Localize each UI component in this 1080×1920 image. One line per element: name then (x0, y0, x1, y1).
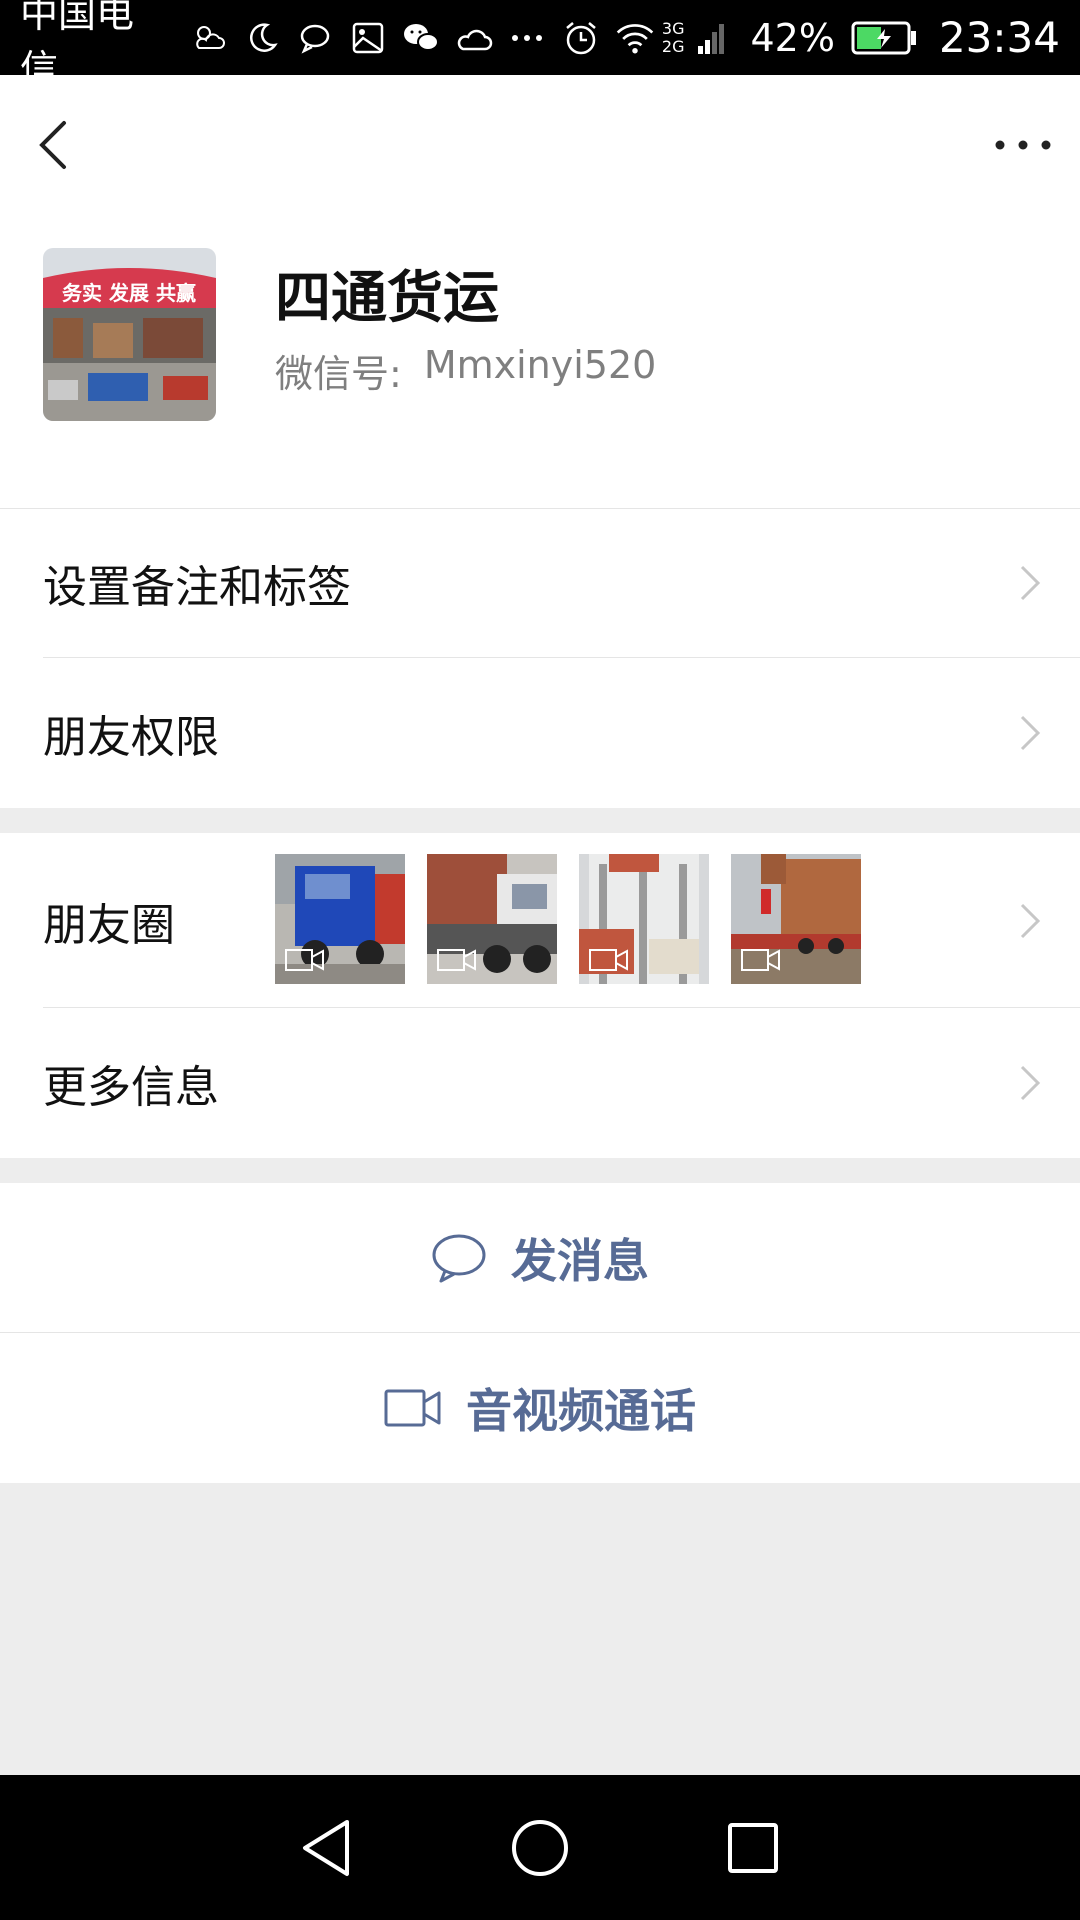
system-navigation-bar (0, 1775, 1080, 1920)
circle-home-icon (511, 1819, 568, 1876)
network-type-top: 3G (661, 18, 685, 38)
back-button[interactable] (28, 115, 78, 175)
profile-name: 四通货运 (275, 266, 499, 331)
moments-thumbnail[interactable] (579, 854, 709, 984)
screen: 中国电信 3G 2G 42% 23:34 务实 发展 共赢 四通货运 微信号: … (0, 0, 1080, 1920)
send-message-label: 发消息 (511, 1234, 649, 1288)
more-options-button[interactable] (988, 125, 1058, 165)
video-camera-icon (384, 1389, 441, 1427)
moments-section: 朋友圈 更多信息 (0, 833, 1080, 1158)
cloud-icon (455, 18, 494, 58)
chevron-right-icon (1020, 903, 1041, 938)
battery-percent: 42% (750, 15, 835, 60)
network-type-label: 3G 2G (661, 18, 685, 56)
friend-permissions-row[interactable]: 朋友权限 (0, 658, 1080, 808)
chat-bubble-icon (296, 18, 335, 58)
settings-section: 设置备注和标签 朋友权限 (0, 508, 1080, 808)
avatar-banner-text: 务实 发展 共赢 (62, 281, 196, 305)
image-icon (349, 18, 388, 58)
status-bar-right: 3G 2G 42% 23:34 (554, 13, 1060, 62)
back-arrow-icon (39, 121, 66, 169)
chevron-right-icon (1020, 1065, 1041, 1101)
triangle-back-icon (302, 1819, 349, 1876)
chevron-right-icon (1020, 715, 1041, 751)
weather-icon (189, 18, 228, 58)
more-info-row[interactable]: 更多信息 (0, 1008, 1080, 1158)
nav-recents-button[interactable] (718, 1813, 788, 1883)
actions-section: 发消息 音视频通话 (0, 1183, 1080, 1483)
moments-thumbnail[interactable] (731, 854, 861, 984)
send-message-button[interactable]: 发消息 (0, 1183, 1080, 1333)
signal-icon (691, 18, 731, 58)
moments-row[interactable]: 朋友圈 (0, 833, 1080, 1008)
nav-back-button[interactable] (292, 1813, 362, 1883)
video-icon (437, 949, 476, 971)
moments-thumbnail[interactable] (427, 854, 557, 984)
friend-permissions-label: 朋友权限 (43, 712, 219, 763)
profile-header: 务实 发展 共赢 四通货运 微信号: Mmxinyi520 (0, 75, 1080, 508)
more-info-label: 更多信息 (43, 1062, 219, 1113)
network-type-bottom: 2G (661, 36, 685, 56)
nav-home-button[interactable] (505, 1813, 575, 1883)
wifi-icon (615, 18, 655, 58)
wechat-id: 微信号: Mmxinyi520 (275, 343, 656, 398)
wechat-icon (402, 18, 441, 58)
avatar[interactable]: 务实 发展 共赢 (43, 248, 216, 421)
alarm-icon (561, 18, 601, 58)
video-icon (741, 949, 780, 971)
wechat-id-label: 微信号: (275, 352, 402, 396)
moon-icon (243, 18, 282, 58)
more-horizontal-icon (995, 140, 1051, 150)
chevron-right-icon (1020, 565, 1041, 601)
av-call-label: 音视频通话 (466, 1384, 696, 1438)
status-bar: 中国电信 3G 2G 42% 23:34 (0, 0, 1080, 91)
battery-icon (850, 18, 918, 58)
chat-bubble-icon (432, 1234, 486, 1283)
remark-and-tags-label: 设置备注和标签 (43, 562, 351, 613)
remark-and-tags-row[interactable]: 设置备注和标签 (0, 508, 1080, 658)
av-call-button[interactable]: 音视频通话 (0, 1333, 1080, 1483)
clock: 23:34 (938, 13, 1060, 62)
wechat-id-value: Mmxinyi520 (423, 343, 657, 387)
more-dots-icon (508, 18, 547, 58)
video-icon (285, 949, 324, 971)
moments-label: 朋友圈 (43, 899, 175, 951)
moments-thumbnails (275, 854, 883, 984)
moments-thumbnail[interactable] (275, 854, 405, 984)
video-icon (589, 949, 628, 971)
square-recents-icon (728, 1822, 779, 1873)
